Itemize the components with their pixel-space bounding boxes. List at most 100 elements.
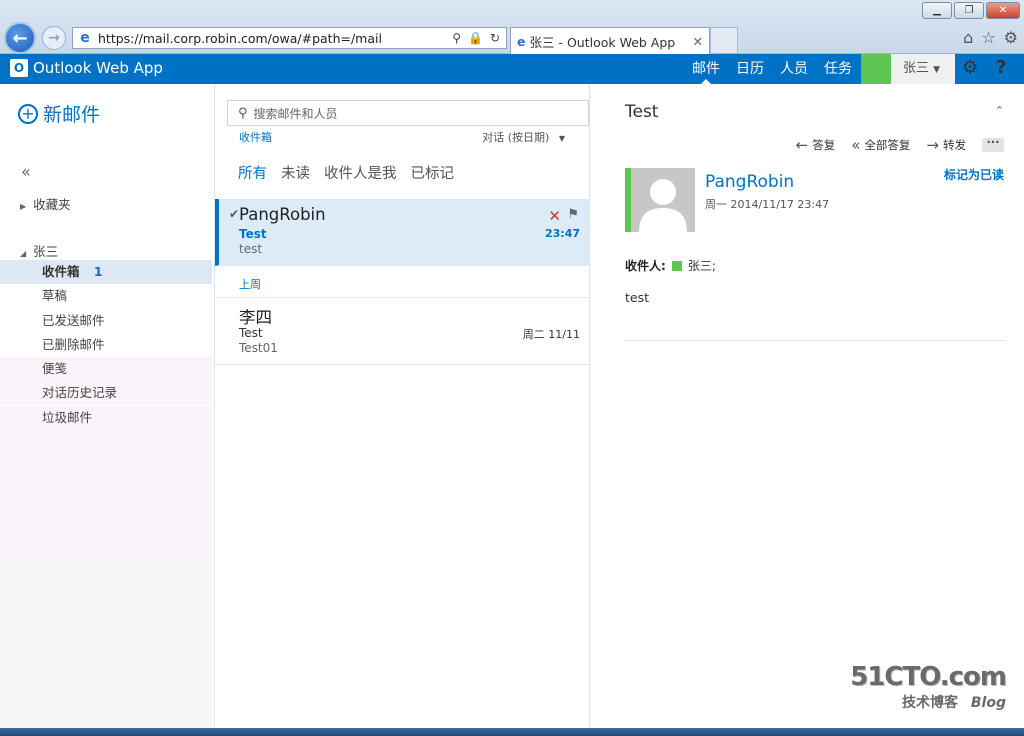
window-controls: ▁ ❐ ✕ xyxy=(922,2,1020,19)
refresh-icon[interactable]: ↻ xyxy=(490,31,500,45)
forward-icon: → xyxy=(926,136,939,154)
tools-gear-icon[interactable]: ⚙ xyxy=(1004,28,1018,47)
message-row[interactable]: 李四 Test Test01 周二 11/11 xyxy=(215,298,589,365)
reply-all-button[interactable]: « 全部答复 xyxy=(851,136,910,154)
nav-mail[interactable]: 邮件 xyxy=(684,54,728,84)
presence-indicator xyxy=(861,54,891,84)
folder-crumb: 收件箱 xyxy=(239,131,272,144)
favorites-node[interactable]: ▶ 收藏夹 xyxy=(20,194,71,213)
divider xyxy=(625,340,1004,341)
watermark-line1: 51CTO.com xyxy=(850,662,1007,692)
new-tab-button[interactable] xyxy=(710,27,738,54)
person-silhouette-icon xyxy=(639,179,687,232)
folder-conversation-history[interactable]: 对话历史记录 xyxy=(0,381,212,405)
folder-drafts[interactable]: 草稿 xyxy=(0,284,212,308)
folder-label: 垃圾邮件 xyxy=(42,410,93,425)
filter-to-me[interactable]: 收件人是我 xyxy=(324,162,397,183)
tab-title: 张三 - Outlook Web App xyxy=(529,34,676,50)
close-icon[interactable]: ✕ xyxy=(986,2,1020,19)
search-input[interactable]: ⚲ 搜索邮件和人员 xyxy=(227,100,589,126)
sort-label: 对话 (按日期) xyxy=(482,131,550,144)
forward-button[interactable]: → 转发 xyxy=(926,136,966,154)
reply-all-icon: « xyxy=(851,136,861,154)
owa-logo[interactable]: O Outlook Web App xyxy=(10,59,163,77)
address-bar[interactable]: e https://mail.corp.robin.com/owa/#path=… xyxy=(72,27,507,49)
reply-all-label: 全部答复 xyxy=(864,138,911,152)
folder-label: 对话历史记录 xyxy=(42,385,118,400)
to-label: 收件人: xyxy=(625,259,666,273)
watermark-line2: 技术博客 Blog xyxy=(850,692,1006,712)
message-preview: Test01 xyxy=(239,341,278,355)
top-navigation: 邮件 日历 人员 任务 xyxy=(684,54,860,84)
app-name: Outlook Web App xyxy=(33,59,163,77)
favorites-star-icon[interactable]: ☆ xyxy=(981,28,995,47)
folder-notes[interactable]: 便笺 xyxy=(0,357,212,381)
nav-people[interactable]: 人员 xyxy=(772,54,816,84)
to-name[interactable]: 张三; xyxy=(688,257,716,274)
account-label: 张三 xyxy=(33,244,59,259)
home-icon[interactable]: ⌂ xyxy=(963,28,973,47)
filter-flagged[interactable]: 已标记 xyxy=(411,162,455,183)
search-icon: ⚲ xyxy=(238,105,248,121)
folder-pane: + 新邮件 « ▶ 收藏夹 ◢ 张三 收件箱 1 草稿 已发送邮件 已删除邮件 … xyxy=(0,84,212,728)
new-mail-label: 新邮件 xyxy=(43,104,101,126)
user-name: 张三 xyxy=(903,61,930,76)
help-icon[interactable]: ? xyxy=(996,57,1006,78)
message-subject: Test xyxy=(239,227,267,241)
folder-label: 已删除邮件 xyxy=(42,337,105,352)
forward-label: 转发 xyxy=(943,138,966,152)
search-icon[interactable]: ⚲ xyxy=(452,31,461,45)
collapse-up-icon[interactable]: ⌃ xyxy=(995,104,1004,117)
collapse-triangle-icon: ◢ xyxy=(20,249,27,258)
browser-tab[interactable]: e 张三 - Outlook Web App ✕ xyxy=(510,27,710,54)
folder-pane-lower xyxy=(0,556,212,728)
nav-calendar[interactable]: 日历 xyxy=(728,54,772,84)
folder-label: 草稿 xyxy=(42,288,68,303)
watermark-cn: 技术博客 xyxy=(902,695,959,711)
plus-icon: + xyxy=(18,103,38,124)
check-icon[interactable]: ✔ xyxy=(229,207,239,221)
minimize-icon[interactable]: ▁ xyxy=(922,2,952,19)
flag-icon[interactable]: ⚑ xyxy=(567,207,579,222)
folder-label: 已发送邮件 xyxy=(42,313,105,328)
message-preview: test xyxy=(239,242,263,256)
url-text[interactable]: https://mail.corp.robin.com/owa/#path=/m… xyxy=(98,31,452,46)
avatar xyxy=(625,168,695,232)
forward-button[interactable]: → xyxy=(42,26,66,50)
more-actions-button[interactable]: ··· xyxy=(982,136,1004,152)
ie-icon: e xyxy=(80,30,90,46)
sent-date: 周一 2014/11/17 23:47 xyxy=(705,198,830,211)
filter-all[interactable]: 所有 xyxy=(238,162,267,183)
search-placeholder: 搜索邮件和人员 xyxy=(253,106,338,121)
chevron-down-icon: ▼ xyxy=(933,65,941,75)
collapse-pane-icon[interactable]: « xyxy=(21,162,31,181)
expand-triangle-icon: ▶ xyxy=(20,202,27,211)
nav-tasks[interactable]: 任务 xyxy=(816,54,860,84)
lock-icon[interactable]: 🔒 xyxy=(468,31,483,45)
filter-unread[interactable]: 未读 xyxy=(281,162,310,183)
message-subject-title: Test xyxy=(625,102,659,122)
chevron-down-icon: ▼ xyxy=(558,134,565,143)
folder-inbox[interactable]: 收件箱 1 xyxy=(0,260,212,284)
folder-junk[interactable]: 垃圾邮件 xyxy=(0,406,212,430)
message-row[interactable]: ✔ PangRobin Test test ✕ ⚑ 23:47 xyxy=(215,199,589,266)
folder-deleted[interactable]: 已删除邮件 xyxy=(0,333,212,357)
mark-as-read-link[interactable]: 标记为已读 xyxy=(944,166,1004,183)
account-node[interactable]: ◢ 张三 xyxy=(20,241,58,260)
close-tab-icon[interactable]: ✕ xyxy=(693,34,703,49)
recipients: 收件人: 张三; xyxy=(625,257,716,274)
new-mail-button[interactable]: + 新邮件 xyxy=(18,100,100,127)
sender-name[interactable]: PangRobin xyxy=(705,172,794,192)
back-button[interactable]: ← xyxy=(4,22,36,54)
folder-sent[interactable]: 已发送邮件 xyxy=(0,309,212,333)
os-taskbar xyxy=(0,728,1024,736)
user-menu[interactable]: 张三 ▼ xyxy=(891,54,955,84)
delete-icon[interactable]: ✕ xyxy=(548,207,561,225)
presence-icon xyxy=(671,260,682,271)
reply-button[interactable]: ← 答复 xyxy=(796,136,836,154)
filter-bar: 所有 未读 收件人是我 已标记 xyxy=(238,162,454,183)
folder-pane-fill xyxy=(0,430,212,556)
restore-icon[interactable]: ❐ xyxy=(954,2,984,19)
sort-dropdown[interactable]: 对话 (按日期) ▼ xyxy=(482,129,565,145)
gear-icon[interactable]: ⚙ xyxy=(962,57,978,78)
